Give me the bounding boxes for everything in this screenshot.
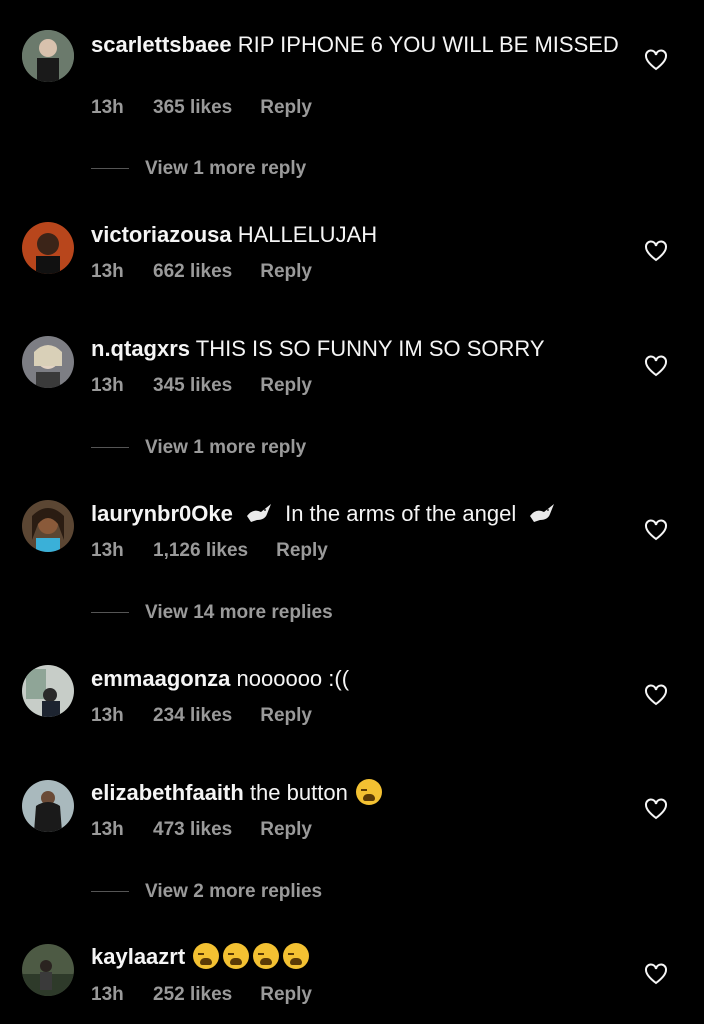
view-more-label: View 1 more reply: [145, 158, 307, 179]
comment-meta: 13h 662 likes Reply: [91, 261, 312, 283]
divider-line: [91, 168, 129, 170]
view-more-replies[interactable]: View 1 more reply: [91, 437, 306, 459]
loudly-crying-face-icon: [355, 779, 382, 805]
comment-text-block: scarlettsbaee RIP IPHONE 6 YOU WILL BE M…: [91, 31, 631, 58]
timestamp: 13h: [91, 984, 124, 1005]
heart-icon[interactable]: [644, 684, 668, 706]
comment-text: RIP IPHONE 6 YOU WILL BE MISSED: [237, 32, 619, 57]
view-more-label: View 14 more replies: [145, 602, 333, 623]
loudly-crying-face-icon: [283, 943, 310, 969]
timestamp: 13h: [91, 705, 124, 726]
timestamp: 13h: [91, 819, 124, 840]
reply-button[interactable]: Reply: [260, 705, 312, 727]
comment-text: In the arms of the angel: [285, 501, 517, 526]
comment-text: the button: [249, 780, 348, 805]
loudly-crying-face-icon: [253, 943, 280, 969]
avatar[interactable]: [22, 500, 74, 552]
like-count[interactable]: 1,126 likes: [153, 540, 248, 562]
reply-button[interactable]: Reply: [260, 97, 312, 119]
username[interactable]: elizabethfaaith: [91, 780, 244, 805]
like-count[interactable]: 365 likes: [153, 97, 232, 119]
avatar[interactable]: [22, 336, 74, 388]
timestamp: 13h: [91, 97, 124, 118]
heart-icon[interactable]: [644, 963, 668, 985]
reply-button[interactable]: Reply: [260, 375, 312, 397]
divider-line: [91, 447, 129, 449]
comment-text-block: laurynbr0Oke In the arms of the angel: [91, 500, 631, 527]
heart-icon[interactable]: [644, 355, 668, 377]
loudly-crying-face-icon: [193, 943, 220, 969]
heart-icon[interactable]: [644, 798, 668, 820]
comment-text: HALLELUJAH: [237, 222, 378, 247]
heart-icon[interactable]: [644, 240, 668, 262]
timestamp: 13h: [91, 375, 124, 396]
avatar[interactable]: [22, 222, 74, 274]
comment-meta: 13h 473 likes Reply: [91, 819, 312, 841]
view-more-replies[interactable]: View 14 more replies: [91, 602, 333, 624]
like-count[interactable]: 345 likes: [153, 375, 232, 397]
timestamp: 13h: [91, 261, 124, 282]
comment-text-block: elizabethfaaith the button: [91, 779, 631, 806]
comment-text-block: kaylaazrt: [91, 943, 631, 970]
avatar[interactable]: [22, 944, 74, 996]
view-more-replies[interactable]: View 2 more replies: [91, 881, 322, 903]
view-more-label: View 2 more replies: [145, 881, 323, 902]
like-count[interactable]: 662 likes: [153, 261, 232, 283]
like-count[interactable]: 473 likes: [153, 819, 232, 841]
loudly-crying-face-icon: [223, 943, 250, 969]
divider-line: [91, 612, 129, 614]
username[interactable]: laurynbr0Oke: [91, 501, 233, 526]
avatar[interactable]: [22, 30, 74, 82]
comment-text-block: victoriazousa HALLELUJAH: [91, 221, 631, 248]
comment-meta: 13h 345 likes Reply: [91, 375, 312, 397]
like-count[interactable]: 234 likes: [153, 705, 232, 727]
avatar[interactable]: [22, 780, 74, 832]
comment-text-block: emmaagonza noooooo :((: [91, 665, 631, 692]
reply-button[interactable]: Reply: [260, 984, 312, 1006]
timestamp: 13h: [91, 540, 124, 561]
username[interactable]: victoriazousa: [91, 222, 232, 247]
comment-meta: 13h 1,126 likes Reply: [91, 540, 328, 562]
heart-icon[interactable]: [644, 519, 668, 541]
heart-icon[interactable]: [644, 49, 668, 71]
comment-text: THIS IS SO FUNNY IM SO SORRY: [195, 336, 545, 361]
username[interactable]: n.qtagxrs: [91, 336, 190, 361]
reply-button[interactable]: Reply: [260, 261, 312, 283]
dove-emoji-icon: [246, 504, 271, 522]
username[interactable]: kaylaazrt: [91, 944, 185, 969]
username[interactable]: scarlettsbaee: [91, 32, 232, 57]
comment-text: noooooo :((: [236, 666, 350, 691]
reply-button[interactable]: Reply: [276, 540, 328, 562]
comment-meta: 13h 252 likes Reply: [91, 984, 312, 1006]
username[interactable]: emmaagonza: [91, 666, 230, 691]
comment-meta: 13h 234 likes Reply: [91, 705, 312, 727]
like-count[interactable]: 252 likes: [153, 984, 232, 1006]
comment-text-block: n.qtagxrs THIS IS SO FUNNY IM SO SORRY: [91, 335, 631, 362]
dove-emoji-icon: [530, 504, 555, 522]
view-more-replies[interactable]: View 1 more reply: [91, 158, 306, 180]
avatar[interactable]: [22, 665, 74, 717]
reply-button[interactable]: Reply: [260, 819, 312, 841]
divider-line: [91, 891, 129, 893]
view-more-label: View 1 more reply: [145, 437, 307, 458]
comment-meta: 13h 365 likes Reply: [91, 97, 312, 119]
